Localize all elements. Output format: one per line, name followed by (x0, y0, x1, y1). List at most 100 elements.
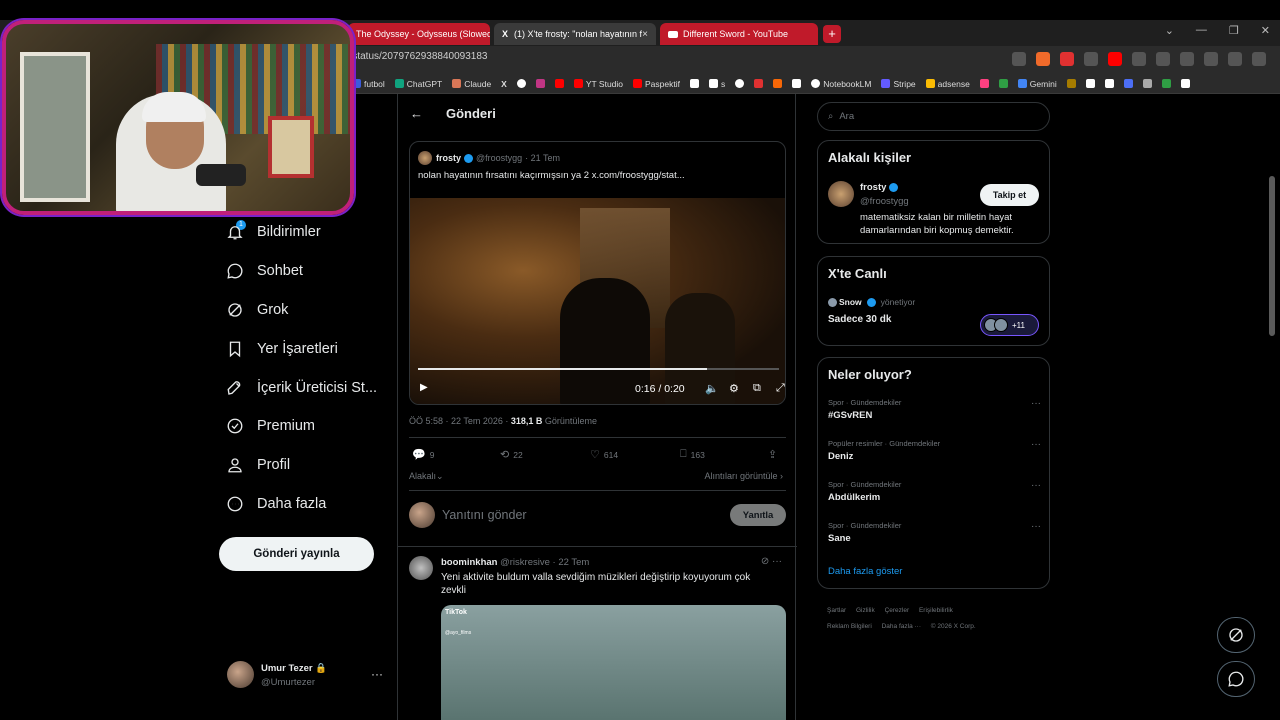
tab-youtube[interactable]: Different Sword - YouTube (660, 23, 818, 45)
quoted-post[interactable]: frosty @froostygg · 21 Tem nolan hayatın… (409, 141, 786, 405)
video-progress-bar[interactable] (418, 368, 779, 370)
more-icon[interactable]: ··· (772, 556, 782, 567)
grok-fab-button[interactable] (1217, 617, 1255, 653)
nav-chat[interactable]: Sohbet (226, 262, 303, 280)
like-button[interactable]: ♡ 614 (590, 448, 618, 461)
bookmark-item[interactable] (979, 79, 989, 88)
settings-icon[interactable]: ⚙ (729, 382, 739, 395)
bookmark-item[interactable] (689, 79, 699, 88)
trend-item[interactable]: Spor · Gündemdekiler Abdülkerim ··· (828, 480, 1041, 503)
bookmark-item[interactable] (1085, 79, 1095, 88)
bookmark-item[interactable] (773, 79, 783, 88)
bookmark-item[interactable] (998, 79, 1008, 88)
shield-icon[interactable] (1228, 52, 1242, 66)
sidebar-icon[interactable] (1180, 52, 1194, 66)
account-switcher[interactable]: Umur Tezer 🔒 @Umurtezer ··· (227, 661, 387, 691)
nav-profile[interactable]: Profil (226, 456, 290, 474)
play-icon[interactable]: ▶ (420, 382, 428, 393)
trend-item[interactable]: Spor · Gündemdekiler #GSvREN ··· (828, 398, 1041, 421)
video-player[interactable]: ▶ 0:16 / 0:20 🔈 ⚙ ⧉ ⤢ (410, 198, 785, 404)
close-window-icon[interactable]: ✕ (1261, 24, 1270, 37)
page-scrollbar[interactable] (1269, 176, 1275, 336)
footer-link[interactable]: Daha fazla ··· (882, 623, 921, 630)
bookmark-item[interactable]: YT Studio (573, 79, 623, 89)
follow-button[interactable]: Takip et (980, 184, 1039, 206)
more-icon[interactable]: ··· (1031, 398, 1041, 409)
music-icon[interactable] (1156, 52, 1170, 66)
bookmark-item[interactable]: Paspektif (633, 79, 680, 89)
bookmark-item[interactable] (735, 79, 745, 88)
pip-icon[interactable]: ⧉ (753, 382, 761, 395)
reply-input[interactable]: Yanıtını gönder (442, 508, 527, 522)
person-name[interactable]: frosty (860, 182, 901, 193)
close-tab-icon[interactable]: × (642, 29, 648, 40)
volume-icon[interactable]: 🔈 (705, 382, 719, 395)
live-listeners[interactable]: +11 (980, 314, 1039, 336)
bookmark-item[interactable]: adsense (925, 79, 970, 89)
bookmark-item[interactable] (754, 79, 764, 88)
minimize-icon[interactable]: — (1196, 24, 1207, 37)
wallet-icon[interactable] (1204, 52, 1218, 66)
brave-shield-icon[interactable] (1036, 52, 1050, 66)
nav-premium[interactable]: Premium (226, 417, 315, 435)
youtube-extension-icon[interactable] (1108, 52, 1122, 66)
extension-icon[interactable] (1084, 52, 1098, 66)
more-icon[interactable]: ··· (371, 667, 383, 681)
cast-icon[interactable] (1012, 52, 1026, 66)
rewards-icon[interactable] (1060, 52, 1074, 66)
search-input[interactable]: ⌕ Ara (817, 102, 1050, 131)
bookmark-item[interactable] (1104, 79, 1114, 88)
more-icon[interactable]: ··· (1031, 480, 1041, 491)
reply-post[interactable]: boominkhan @riskresive · 22 Tem ⊘ ··· Ye… (409, 554, 786, 720)
bookmark-item[interactable]: X (501, 79, 507, 89)
bookmark-item[interactable]: Stripe (881, 79, 916, 89)
show-more-link[interactable]: Daha fazla göster (828, 566, 902, 577)
footer-link[interactable]: Erişilebilirlik (919, 607, 953, 614)
footer-link[interactable]: Şartlar (827, 607, 846, 614)
new-tab-button[interactable]: + (823, 25, 841, 43)
restore-icon[interactable]: ❐ (1229, 24, 1239, 37)
bookmark-item[interactable] (1161, 79, 1171, 88)
footer-link[interactable]: Çerezler (885, 607, 910, 614)
trend-item[interactable]: Spor · Gündemdekiler Sane ··· (828, 521, 1041, 544)
bookmark-item[interactable]: Claude (452, 79, 491, 89)
messages-fab-button[interactable] (1217, 661, 1255, 697)
bookmark-item[interactable] (516, 79, 526, 88)
more-icon[interactable]: ··· (1031, 521, 1041, 532)
view-quotes-link[interactable]: Alıntıları görüntüle › (704, 471, 783, 481)
url-field[interactable]: g/status/2079762938840093183 (344, 51, 487, 62)
trend-item[interactable]: Popüler resimler · Gündemdekiler Deniz ·… (828, 439, 1041, 462)
bookmark-item[interactable] (792, 79, 802, 88)
related-dropdown[interactable]: Alakalı⌄ (409, 471, 444, 482)
bookmark-item[interactable] (1123, 79, 1133, 88)
repost-button[interactable]: ⟲ 22 (500, 448, 523, 461)
footer-link[interactable]: Reklam Bilgileri (827, 623, 872, 630)
nav-more[interactable]: Daha fazla (226, 495, 326, 513)
bookmark-item[interactable] (1066, 79, 1076, 88)
reply-submit-button[interactable]: Yanıtla (730, 504, 786, 526)
more-icon[interactable]: ··· (1031, 439, 1041, 450)
bookmark-item[interactable] (535, 79, 545, 88)
footer-link[interactable]: Gizlilik (856, 607, 875, 614)
fullscreen-icon[interactable]: ⤢ (776, 382, 785, 395)
bookmark-item[interactable]: ChatGPT (394, 79, 442, 89)
bookmark-item[interactable]: s (708, 79, 725, 89)
bookmark-item[interactable] (1180, 79, 1190, 88)
bookmark-item[interactable] (1142, 79, 1152, 88)
bookmark-item[interactable]: NotebookLM (811, 79, 871, 89)
nav-grok[interactable]: Grok (226, 301, 288, 319)
avatar[interactable] (828, 181, 854, 207)
puzzle-icon[interactable] (1132, 52, 1146, 66)
bookmark-item[interactable]: Gemini (1017, 79, 1057, 89)
space-title[interactable]: Sadece 30 dk (828, 314, 891, 325)
menu-icon[interactable] (1252, 52, 1266, 66)
bookmark-button[interactable]: ⎕ 163 (680, 448, 705, 461)
nav-notifications[interactable]: Bildirimler (226, 223, 321, 241)
tab-list-icon[interactable]: ⌄ (1165, 24, 1174, 37)
post-button[interactable]: Gönderi yayınla (219, 537, 374, 571)
bookmark-item[interactable]: futbol (352, 79, 385, 89)
post-menu[interactable]: ⊘ ··· (761, 556, 782, 567)
tab-odyssey[interactable]: The Odyssey - Odysseus (Slowed + R (348, 23, 490, 45)
grok-icon[interactable]: ⊘ (761, 556, 769, 567)
reply-button[interactable]: 💬 9 (412, 448, 434, 461)
